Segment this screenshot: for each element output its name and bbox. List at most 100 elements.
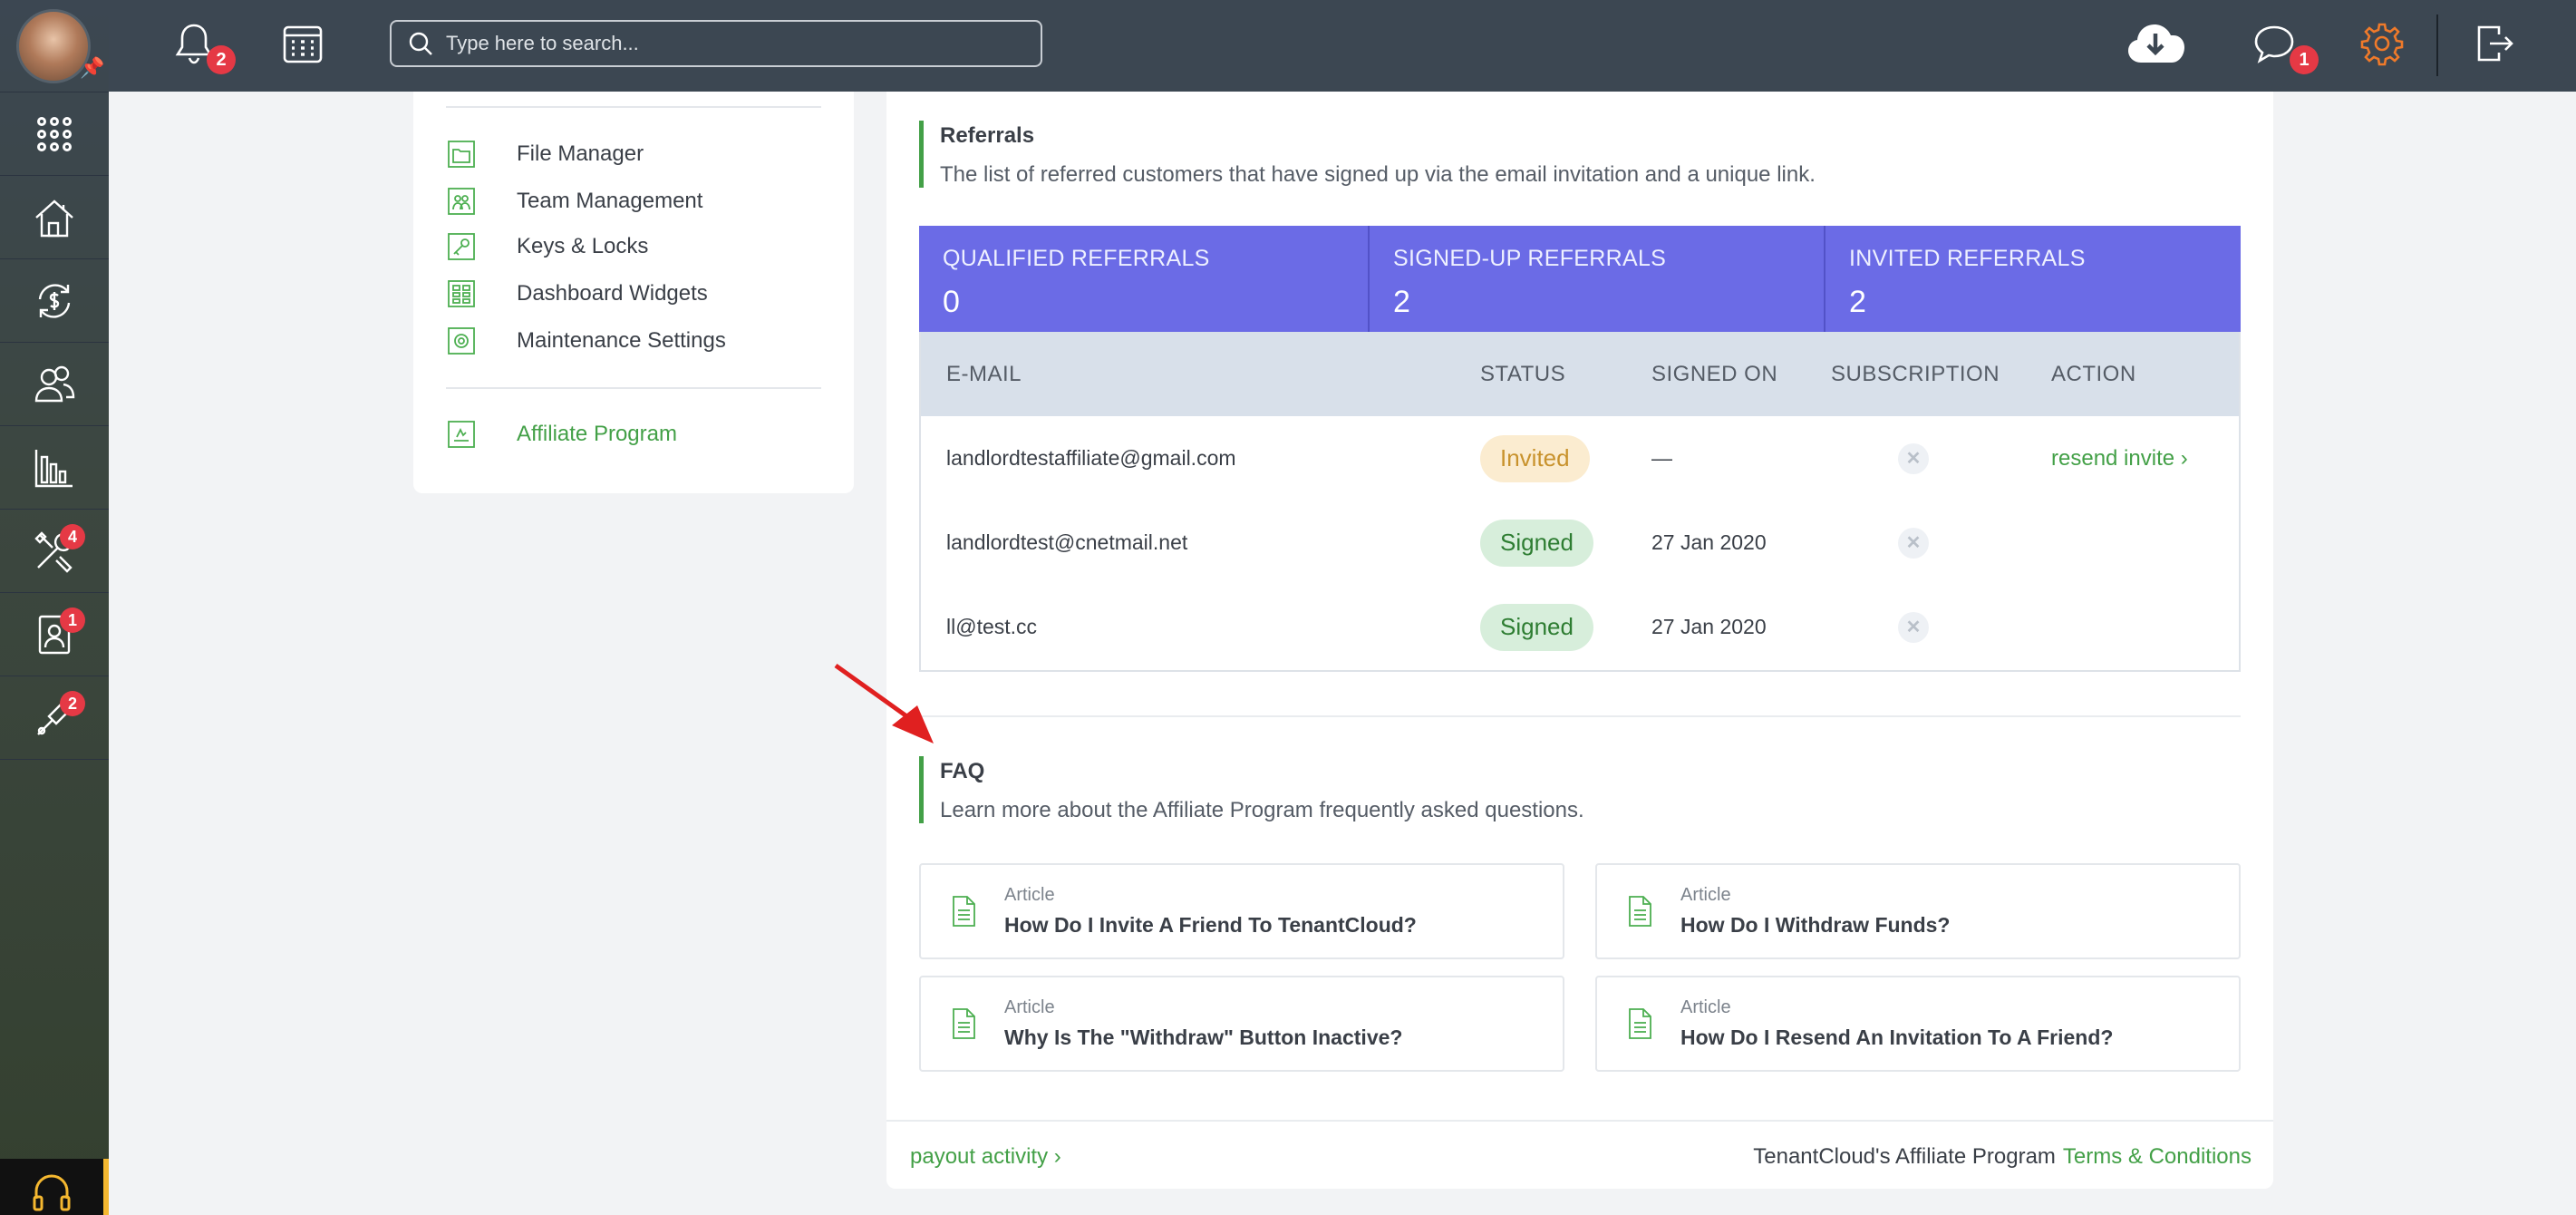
article-title: Why Is The "Withdraw" Button Inactive? <box>1004 1025 1403 1049</box>
column-header-signed-on: SIGNED ON <box>1651 361 1778 386</box>
sidebar-item-applications[interactable]: 1 <box>0 592 109 676</box>
key-icon <box>448 233 475 260</box>
referrals-description: The list of referred customers that have… <box>940 162 1816 187</box>
sidebar-item-people[interactable] <box>0 342 109 425</box>
sidebar-item-payments[interactable] <box>0 258 109 342</box>
stat-value: 0 <box>943 285 960 319</box>
subscription-none-icon: ✕ <box>1898 611 1929 643</box>
row-email: landlordtest@cnetmail.net <box>946 530 1188 554</box>
download-button[interactable] <box>2123 16 2188 71</box>
referrals-header: Referrals The list of referred customers… <box>919 121 1816 188</box>
calendar-button[interactable] <box>277 18 328 69</box>
document-icon <box>1629 1008 1651 1039</box>
maintenance-badge: 4 <box>60 524 85 549</box>
stat-value: 2 <box>1393 285 1410 319</box>
article-title: How Do I Withdraw Funds? <box>1680 913 1951 937</box>
stat-signed-up-referrals: SIGNED-UP REFERRALS 2 <box>1370 226 1825 332</box>
search-icon <box>409 32 432 55</box>
column-header-subscription: SUBSCRIPTION <box>1831 361 2000 386</box>
stat-value: 2 <box>1849 285 1866 319</box>
menu-item-label: Keys & Locks <box>517 234 649 258</box>
column-header-action: ACTION <box>2051 361 2136 386</box>
faq-article-card[interactable]: Article Why Is The "Withdraw" Button Inac… <box>919 976 1564 1072</box>
menu-item-file-manager[interactable]: File Manager <box>446 136 644 172</box>
reports-chart-icon <box>34 449 73 487</box>
stat-label: INVITED REFERRALS <box>1849 246 2086 271</box>
top-bar: 2 1 <box>0 0 2576 92</box>
faq-article-card[interactable]: Article How Do I Resend An Invitation To … <box>1595 976 2241 1072</box>
row-signed-on: 27 Jan 2020 <box>1651 530 1767 554</box>
menu-item-label: Dashboard Widgets <box>517 281 708 306</box>
sidebar-item-reports[interactable] <box>0 425 109 509</box>
team-icon <box>448 188 475 215</box>
messages-badge: 1 <box>2290 45 2319 74</box>
calendar-icon <box>283 25 323 63</box>
affiliate-icon <box>448 421 475 448</box>
document-icon <box>953 896 975 927</box>
referrals-title: Referrals <box>940 123 1035 148</box>
subscription-none-icon: ✕ <box>1898 442 1929 474</box>
table-row: landlordtestaffiliate@gmail.com Invited … <box>921 416 2239 501</box>
article-kind: Article <box>1004 885 1055 905</box>
gear-icon <box>2360 23 2404 66</box>
referral-stats: QUALIFIED REFERRALS 0 SIGNED-UP REFERRAL… <box>919 226 2241 332</box>
applications-badge: 1 <box>60 608 85 633</box>
properties-house-icon <box>35 199 73 237</box>
sidebar: 📌 4 1 2 <box>0 0 109 1215</box>
row-email: landlordtestaffiliate@gmail.com <box>946 446 1236 470</box>
article-kind: Article <box>1004 997 1055 1017</box>
payout-activity-label: payout activity <box>910 1144 1049 1169</box>
gear-icon <box>448 327 475 355</box>
menu-item-label: Maintenance Settings <box>517 328 726 353</box>
section-divider <box>919 715 2241 717</box>
sidebar-item-maintenance[interactable]: 4 <box>0 509 109 592</box>
payout-activity-link[interactable]: payout activity › <box>910 1144 1061 1170</box>
notifications-button[interactable]: 2 <box>169 18 236 74</box>
folder-icon <box>448 141 475 168</box>
settings-menu: File Manager Team Management Keys & Lock… <box>413 92 854 493</box>
headset-icon <box>33 1174 71 1211</box>
document-icon <box>1629 896 1651 927</box>
menu-item-affiliate-program[interactable]: Affiliate Program <box>446 416 677 452</box>
menu-item-dashboard-widgets[interactable]: Dashboard Widgets <box>446 276 708 312</box>
sidebar-item-properties[interactable] <box>0 175 109 258</box>
resend-invite-label: resend invite <box>2051 445 2175 471</box>
widgets-icon <box>448 280 475 307</box>
stat-label: QUALIFIED REFERRALS <box>943 246 1210 271</box>
pin-icon[interactable]: 📌 <box>80 56 104 80</box>
status-badge: Signed <box>1480 603 1593 651</box>
logout-icon <box>2477 25 2513 62</box>
stat-invited-referrals: INVITED REFERRALS 2 <box>1825 226 2241 332</box>
article-title: How Do I Resend An Invitation To A Frien… <box>1680 1025 2114 1049</box>
terms-conditions-link[interactable]: Terms & Conditions <box>2063 1144 2252 1170</box>
menu-item-maintenance-settings[interactable]: Maintenance Settings <box>446 323 726 359</box>
sidebar-item-apps[interactable] <box>0 92 109 175</box>
article-kind: Article <box>1680 885 1731 905</box>
messages-button[interactable]: 1 <box>2248 18 2319 74</box>
footer-divider <box>886 1120 2273 1122</box>
settings-button[interactable] <box>2357 18 2407 69</box>
payments-cycle-icon <box>38 283 71 318</box>
annotation-arrow-icon <box>834 663 934 744</box>
table-row: ll@test.cc Signed 27 Jan 2020 ✕ <box>921 585 2239 669</box>
menu-item-team-management[interactable]: Team Management <box>446 183 702 219</box>
table-row: landlordtest@cnetmail.net Signed 27 Jan … <box>921 501 2239 585</box>
stat-label: SIGNED-UP REFERRALS <box>1393 246 1667 271</box>
row-signed-on: 27 Jan 2020 <box>1651 615 1767 638</box>
referrals-table: E-MAIL STATUS SIGNED ON SUBSCRIPTION ACT… <box>919 332 2241 672</box>
menu-divider <box>446 106 821 108</box>
topbar-divider <box>2436 15 2438 76</box>
faq-article-card[interactable]: Article How Do I Withdraw Funds? <box>1595 863 2241 959</box>
document-icon <box>953 1008 975 1039</box>
search-box[interactable] <box>390 20 1042 67</box>
support-button[interactable] <box>0 1159 109 1215</box>
column-header-status: STATUS <box>1480 361 1566 386</box>
resend-invite-link[interactable]: resend invite › <box>2051 446 2188 471</box>
sidebar-item-services[interactable]: 2 <box>0 676 109 759</box>
search-input[interactable] <box>446 32 1026 55</box>
row-email: ll@test.cc <box>946 615 1038 638</box>
menu-item-keys-locks[interactable]: Keys & Locks <box>446 228 648 265</box>
logout-button[interactable] <box>2469 18 2520 69</box>
cloud-download-icon <box>2128 24 2184 63</box>
faq-article-card[interactable]: Article How Do I Invite A Friend To Tenan… <box>919 863 1564 959</box>
